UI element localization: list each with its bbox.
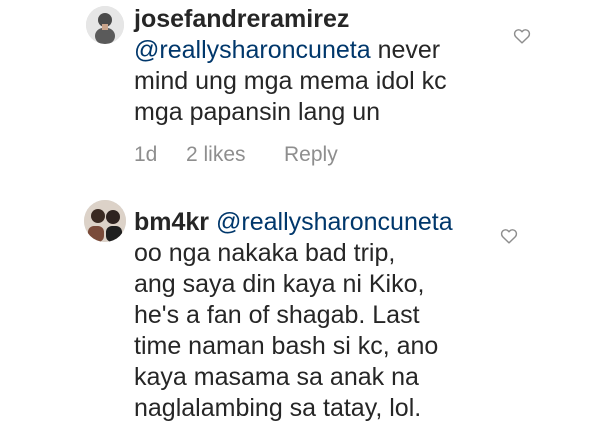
comment-line: @reallysharoncuneta never	[134, 36, 441, 64]
avatar[interactable]	[86, 6, 124, 44]
comment-body: josefandreramirez @reallysharoncuneta ne…	[134, 4, 447, 128]
mention-link[interactable]: @reallysharoncuneta	[134, 36, 371, 64]
comment-line: time naman bash si kc, ano	[134, 332, 439, 360]
heart-outline-icon[interactable]	[500, 228, 518, 244]
comment-line: ang saya din kaya ni Kiko,	[134, 270, 425, 298]
user-photo-icon	[84, 200, 126, 242]
comment-line: naglalambing sa tatay, lol.	[134, 394, 422, 422]
comment-line: oo nga nakaka bad trip,	[134, 239, 396, 267]
avatar[interactable]	[84, 200, 126, 242]
comment-line: mga papansin lang un	[134, 98, 381, 126]
user-photo-icon	[86, 6, 124, 44]
comment-username[interactable]: bm4kr	[134, 208, 209, 236]
mention-link[interactable]: @reallysharoncuneta	[216, 208, 453, 236]
comment-line: he's a fan of shagab. Last	[134, 301, 420, 329]
comment-body: bm4kr @reallysharoncuneta oo nga nakaka …	[134, 207, 453, 424]
comment-timestamp: 1d	[134, 143, 158, 166]
comment-username[interactable]: josefandreramirez	[134, 4, 447, 35]
comment-meta: 1d 2 likes Reply	[134, 143, 338, 167]
reply-button[interactable]: Reply	[284, 143, 338, 167]
comment-item-1: josefandreramirez @reallysharoncuneta ne…	[0, 0, 604, 180]
comment-line: mind ung mga mema idol kc	[134, 67, 447, 95]
likes-count[interactable]: 2 likes	[186, 143, 284, 167]
comment-item-2: bm4kr @reallysharoncuneta oo nga nakaka …	[0, 190, 604, 424]
comment-header-line: bm4kr @reallysharoncuneta	[134, 207, 453, 238]
comment-line: kaya masama sa anak na	[134, 363, 419, 391]
heart-outline-icon[interactable]	[513, 28, 531, 44]
